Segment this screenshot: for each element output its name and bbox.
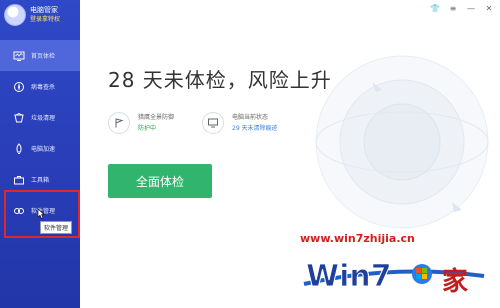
sidebar-item-virus-scan[interactable]: 病毒查杀: [0, 71, 80, 102]
rocket-icon: [13, 142, 25, 155]
page-title: 28 天未体检，风险上升: [108, 68, 332, 92]
skin-icon[interactable]: 👕: [430, 4, 440, 13]
app-name: 电脑管家: [30, 6, 58, 14]
sidebar-item-trash-clean[interactable]: 垃圾清理: [0, 102, 80, 133]
sidebar-item-label: 电脑加速: [31, 146, 56, 153]
sidebar-item-label: 工具箱: [31, 177, 50, 184]
trash-clean-icon: [13, 112, 25, 124]
full-scan-button[interactable]: 全面体检: [108, 164, 212, 198]
toolbox-icon: [13, 174, 25, 186]
shield-flag-icon: [108, 112, 130, 134]
status-title: 电脑当前状态: [232, 114, 269, 121]
virus-scan-icon: [13, 81, 25, 93]
svg-text:Win7: Win7: [306, 259, 392, 294]
status-row: 猎鹰全景防御 防护中 电脑当前状态 29 天未清除痕迹: [108, 112, 306, 134]
sidebar-item-speedup[interactable]: 电脑加速: [0, 133, 80, 164]
watermark-logo: Win7 家: [303, 259, 485, 297]
status-value: 29 天未清除痕迹: [232, 125, 278, 132]
profile[interactable]: 电脑管家 登录拿特权: [4, 4, 60, 26]
mouse-cursor-icon: [38, 209, 45, 219]
sidebar-item-label: 病毒查杀: [31, 84, 56, 91]
window-controls: 👕 ≡ — ✕: [430, 4, 494, 13]
close-icon[interactable]: ✕: [484, 4, 494, 13]
sidebar-item-label: 首页体检: [31, 53, 56, 60]
svg-text:家: 家: [442, 266, 468, 297]
monitor-check-icon: [13, 50, 25, 62]
watermark-url: www.win7zhijia.cn: [300, 232, 415, 245]
menu-icon[interactable]: ≡: [448, 4, 458, 13]
login-link[interactable]: 登录拿特权: [30, 15, 60, 25]
status-pc-state: 电脑当前状态 29 天未清除痕迹: [202, 112, 278, 134]
status-title: 猎鹰全景防御: [138, 114, 175, 121]
status-value: 防护中: [138, 125, 157, 132]
monitor-icon: [202, 112, 225, 134]
status-defense: 猎鹰全景防御 防护中: [108, 112, 174, 134]
sidebar: 电脑管家 登录拿特权 首页体检 病毒查杀 垃圾清理 电脑加速 工具箱 软件管理: [0, 0, 80, 308]
avatar[interactable]: [4, 4, 26, 26]
tooltip: 软件管理: [40, 221, 73, 234]
sidebar-item-label: 垃圾清理: [31, 115, 56, 122]
sidebar-item-home-checkup[interactable]: 首页体检: [0, 40, 80, 71]
minimize-icon[interactable]: —: [466, 4, 476, 13]
